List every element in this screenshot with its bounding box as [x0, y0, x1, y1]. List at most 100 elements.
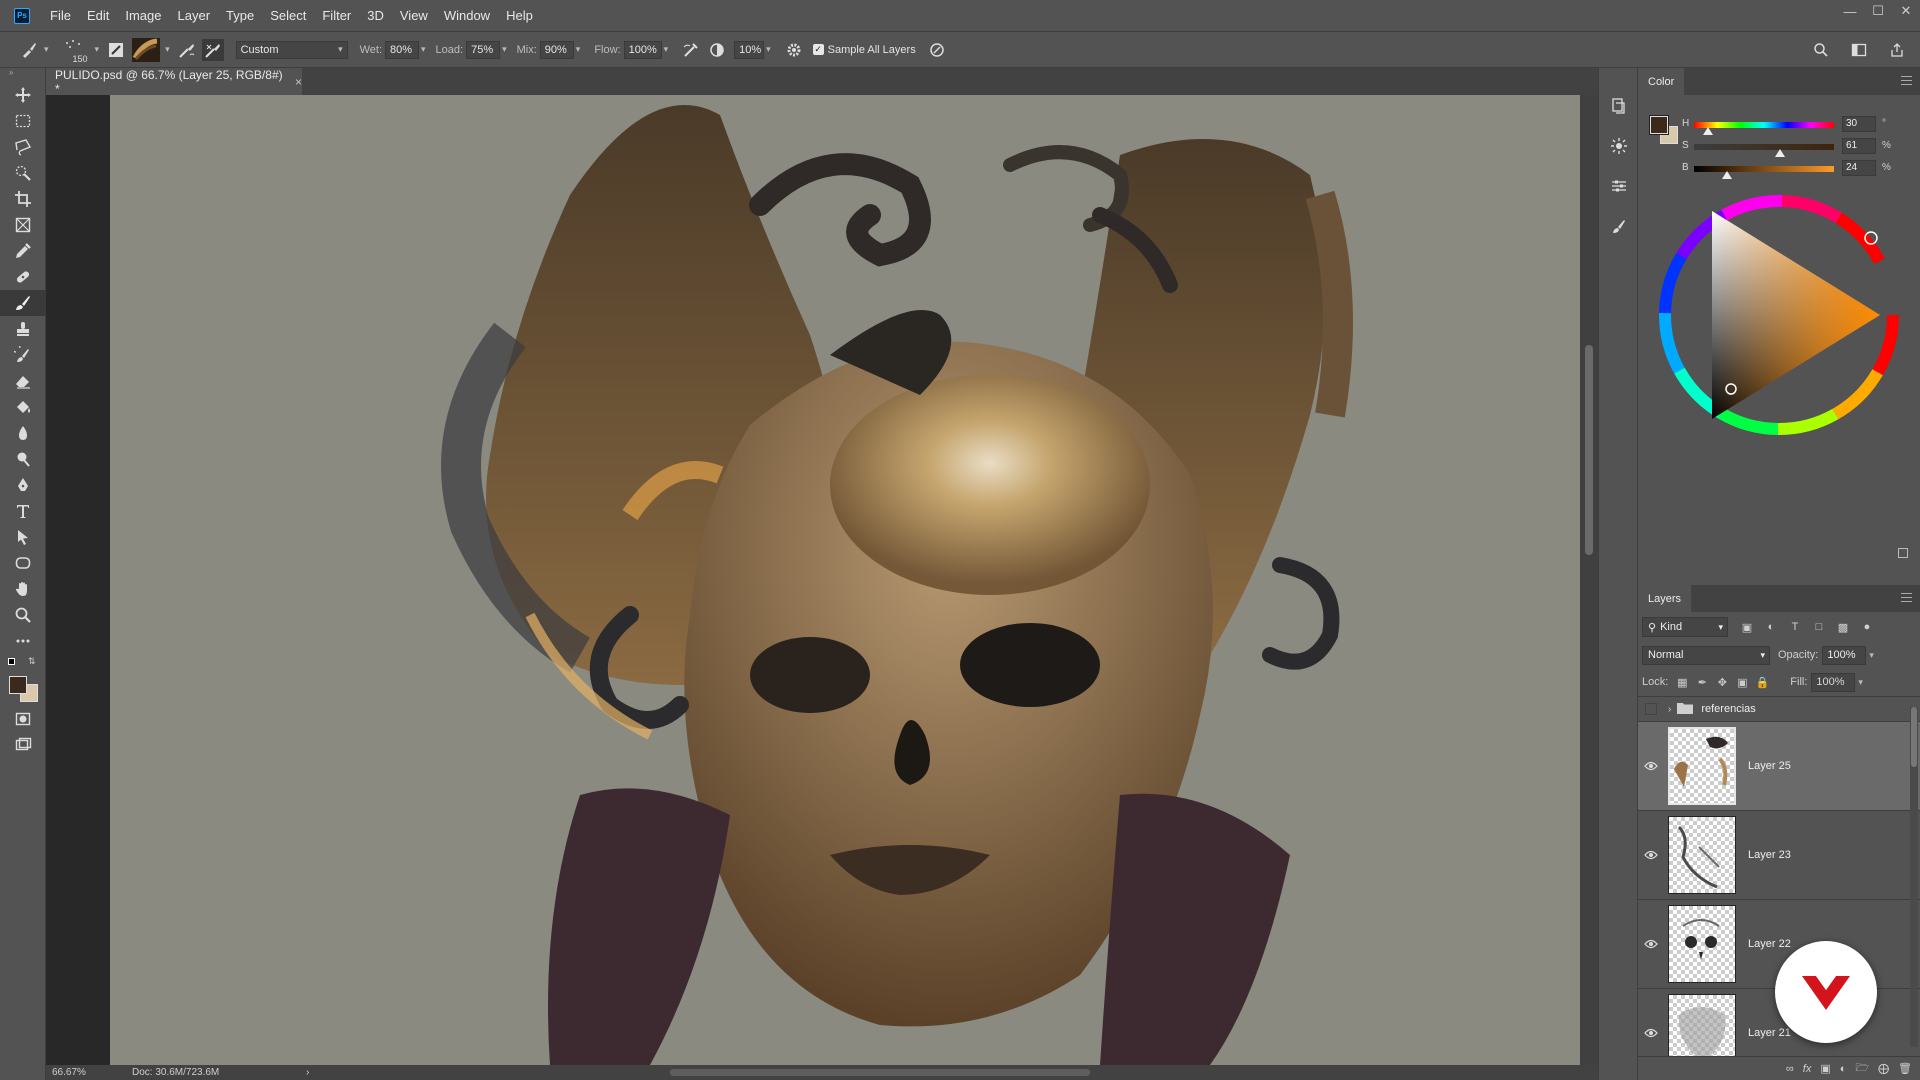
new-group-icon[interactable]: 🗁	[1855, 1059, 1869, 1078]
smoothing-caret-icon[interactable]: ▾	[766, 44, 771, 55]
menu-help[interactable]: Help	[498, 0, 541, 31]
filter-toggle-icon[interactable]: ●	[1858, 618, 1876, 636]
layer-kind-filter[interactable]: ⚲ Kind ▾	[1642, 617, 1728, 637]
adjustments-panel-icon[interactable]	[1599, 126, 1639, 166]
status-menu-arrow-icon[interactable]: ›	[306, 1067, 309, 1078]
type-tool-icon[interactable]	[0, 498, 46, 524]
fill-input[interactable]: 100%	[1811, 672, 1856, 692]
tab-layers[interactable]: Layers	[1638, 585, 1692, 612]
delete-layer-icon[interactable]: 🗑	[1898, 1062, 1912, 1075]
paint-bucket-tool-icon[interactable]	[0, 394, 46, 420]
opacity-input[interactable]: 100%	[1822, 645, 1867, 665]
smart-object-filter-icon[interactable]: ▩	[1834, 618, 1852, 636]
path-selection-tool-icon[interactable]	[0, 524, 46, 550]
hand-tool-icon[interactable]	[0, 576, 46, 602]
lock-transparent-pixels-icon[interactable]: ▦	[1672, 674, 1692, 690]
panel-menu-icon[interactable]	[1901, 593, 1912, 602]
lock-all-icon[interactable]: 🔒	[1752, 674, 1772, 690]
minimize-icon[interactable]: —	[1836, 0, 1864, 22]
saturation-input[interactable]: 61	[1842, 138, 1876, 154]
tool-preset-caret-icon[interactable]: ▾	[44, 44, 49, 55]
blend-mode-select[interactable]: Normal ▾	[1642, 645, 1770, 665]
frame-tool-icon[interactable]	[0, 212, 46, 238]
vertical-scrollbar[interactable]	[1580, 95, 1598, 1065]
saturation-slider[interactable]	[1694, 144, 1834, 150]
pen-tool-icon[interactable]	[0, 472, 46, 498]
clone-stamp-tool-icon[interactable]	[0, 316, 46, 342]
layer-row-25[interactable]: Layer 25	[1638, 722, 1920, 811]
restore-icon[interactable]: ☐	[1864, 0, 1892, 22]
pressure-size-icon[interactable]	[926, 39, 948, 61]
brightness-input[interactable]: 24	[1842, 160, 1876, 176]
smoothing-input[interactable]: 10%	[734, 40, 765, 59]
opacity-caret-icon[interactable]: ▾	[1869, 650, 1874, 661]
menu-type[interactable]: Type	[218, 0, 262, 31]
zoom-level[interactable]: 66.67%	[46, 1067, 106, 1078]
hue-slider[interactable]	[1694, 122, 1834, 128]
document-tab[interactable]: PULIDO.psd @ 66.7% (Layer 25, RGB/8#) * …	[46, 68, 302, 96]
menu-view[interactable]: View	[392, 0, 436, 31]
eye-icon[interactable]	[1638, 939, 1664, 949]
adjustment-layer-icon[interactable]: ◐	[1840, 1063, 1847, 1075]
lasso-tool-icon[interactable]	[0, 134, 46, 160]
menu-select[interactable]: Select	[262, 0, 314, 31]
brightness-slider[interactable]	[1694, 166, 1834, 172]
flow-input[interactable]: 100%	[623, 40, 662, 59]
brush-settings-icon[interactable]	[1599, 206, 1639, 246]
pixel-layer-filter-icon[interactable]: ▣	[1738, 618, 1756, 636]
smoothing-icon[interactable]	[706, 39, 728, 61]
layer-row-23[interactable]: Layer 23	[1638, 811, 1920, 900]
eye-icon[interactable]	[1638, 1028, 1664, 1038]
marquee-tool-icon[interactable]	[0, 108, 46, 134]
vertical-scroll-thumb[interactable]	[1585, 345, 1593, 555]
saturation-slider-knob[interactable]	[1775, 149, 1785, 157]
history-brush-tool-icon[interactable]	[0, 342, 46, 368]
brush-settings-panel-icon[interactable]	[105, 39, 127, 61]
screen-mode-icon[interactable]	[0, 732, 46, 758]
visibility-toggle-empty[interactable]	[1638, 703, 1664, 715]
chevron-right-icon[interactable]: ›	[1668, 704, 1671, 715]
default-colors-icon[interactable]: ⇅	[0, 654, 45, 676]
move-tool-icon[interactable]	[0, 82, 46, 108]
adjustment-layer-filter-icon[interactable]: ◐	[1762, 618, 1780, 636]
share-icon[interactable]	[1886, 39, 1908, 61]
mixer-brush-tool-icon[interactable]	[18, 39, 40, 61]
collapse-dock-icon[interactable]	[1599, 68, 1637, 86]
canvas-area[interactable]	[46, 95, 1580, 1065]
artwork-painting[interactable]	[110, 95, 1580, 1065]
layer-style-icon[interactable]: fx	[1803, 1063, 1812, 1075]
eye-icon[interactable]	[1638, 761, 1664, 771]
dodge-tool-icon[interactable]	[0, 446, 46, 472]
blur-tool-icon[interactable]	[0, 420, 46, 446]
search-icon[interactable]	[1810, 39, 1832, 61]
brush-preset-caret-icon[interactable]: ▾	[95, 44, 100, 55]
shape-tool-icon[interactable]	[0, 550, 46, 576]
link-layers-icon[interactable]: ∞	[1786, 1063, 1794, 1075]
wet-input[interactable]: 80%	[385, 40, 420, 59]
eraser-tool-icon[interactable]	[0, 368, 46, 394]
gear-icon[interactable]	[783, 39, 805, 61]
mix-caret-icon[interactable]: ▾	[576, 44, 581, 55]
collapse-toolbar-icon[interactable]: »	[0, 68, 45, 82]
load-brush-after-stroke-icon[interactable]	[176, 39, 198, 61]
layers-scrollbar[interactable]	[1910, 707, 1918, 1047]
sample-all-layers-label[interactable]: Sample All Layers	[828, 44, 916, 56]
load-input[interactable]: 75%	[466, 40, 501, 59]
menu-window[interactable]: Window	[436, 0, 498, 31]
layers-scroll-thumb[interactable]	[1911, 707, 1917, 767]
eye-icon[interactable]	[1638, 850, 1664, 860]
clean-brush-after-stroke-icon[interactable]	[201, 38, 224, 61]
lock-position-icon[interactable]: ✥	[1712, 674, 1732, 690]
sample-all-layers-checkbox[interactable]: ✓	[812, 44, 824, 55]
close-icon[interactable]: ×	[295, 75, 302, 89]
lock-artboard-icon[interactable]: ▣	[1732, 674, 1752, 690]
menu-3d[interactable]: 3D	[359, 0, 392, 31]
horizontal-scroll-thumb[interactable]	[670, 1069, 1090, 1076]
foreground-color-swatch[interactable]	[1649, 115, 1669, 135]
lock-image-pixels-icon[interactable]: ✒	[1692, 674, 1712, 690]
brush-combination-select[interactable]: Custom ▾	[235, 40, 348, 59]
zoom-tool-icon[interactable]	[0, 602, 46, 628]
close-icon[interactable]: ✕	[1892, 0, 1920, 22]
menu-image[interactable]: Image	[117, 0, 169, 31]
mixer-brush-tool-icon[interactable]	[0, 290, 46, 316]
